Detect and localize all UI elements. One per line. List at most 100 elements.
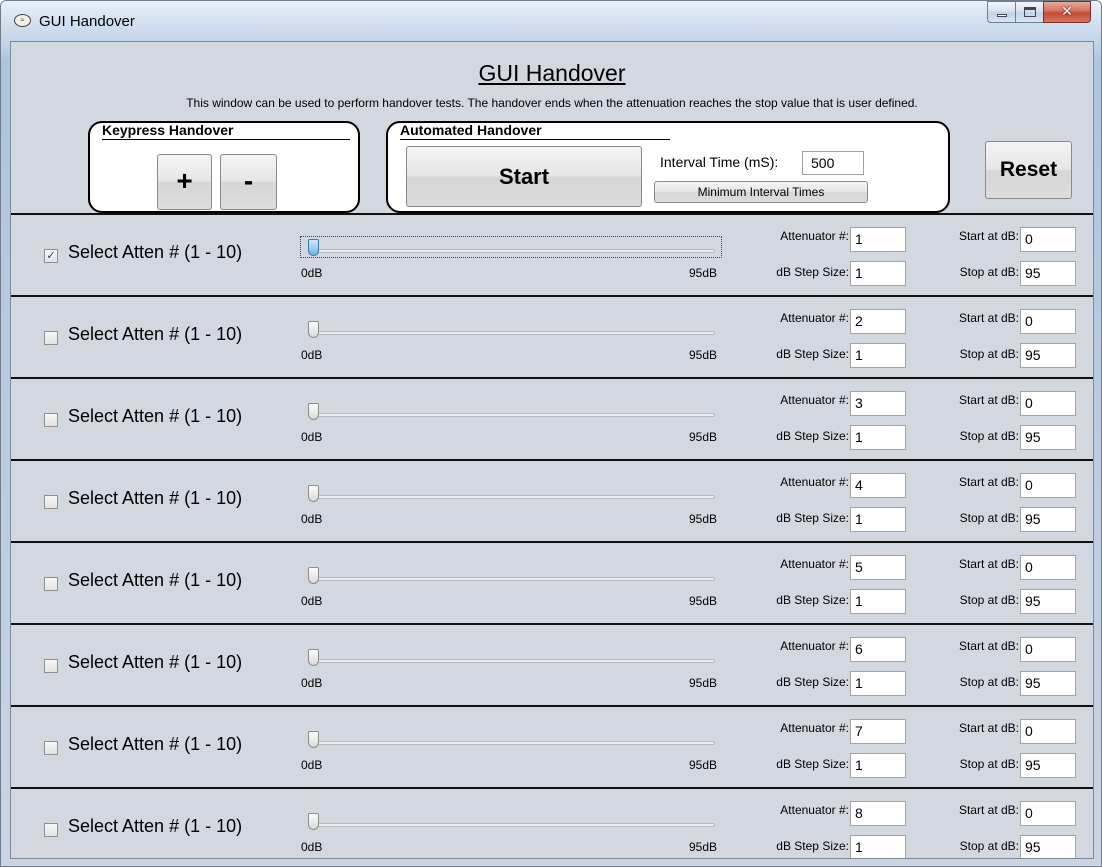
minimize-button[interactable] — [987, 1, 1015, 23]
select-checkbox[interactable] — [44, 495, 58, 509]
attenuation-slider[interactable] — [301, 647, 721, 667]
select-checkbox[interactable] — [44, 823, 58, 837]
select-checkbox[interactable] — [44, 413, 58, 427]
attenuator-number-input[interactable]: 6 — [850, 637, 906, 662]
select-checkbox[interactable] — [44, 577, 58, 591]
slider-max-label: 95dB — [689, 266, 718, 280]
select-checkbox-label[interactable]: Select Atten # (1 - 10) — [68, 324, 242, 345]
attenuation-slider[interactable] — [300, 236, 722, 258]
start-button[interactable]: Start — [406, 146, 642, 207]
step-size-input[interactable]: 1 — [850, 261, 906, 286]
attenuator-number-label: Attenuator #: — [780, 229, 849, 243]
start-db-input[interactable]: 0 — [1020, 637, 1076, 662]
attenuation-slider[interactable] — [301, 729, 721, 749]
attenuator-number-input[interactable]: 2 — [850, 309, 906, 334]
attenuator-number-label: Attenuator #: — [780, 393, 849, 407]
slider-thumb[interactable] — [308, 485, 319, 502]
attenuator-number-input[interactable]: 7 — [850, 719, 906, 744]
slider-thumb[interactable] — [308, 321, 319, 338]
stop-db-input[interactable]: 95 — [1020, 835, 1076, 858]
select-checkbox-label[interactable]: Select Atten # (1 - 10) — [68, 734, 242, 755]
select-checkbox[interactable] — [44, 331, 58, 345]
slider-thumb[interactable] — [308, 649, 319, 666]
select-checkbox[interactable]: ✓ — [44, 249, 58, 263]
title-bar[interactable]: ≈ GUI Handover ✕ — [1, 1, 1101, 41]
slider-thumb[interactable] — [308, 813, 319, 830]
select-checkbox-label[interactable]: Select Atten # (1 - 10) — [68, 570, 242, 591]
slider-track — [313, 249, 715, 253]
step-size-label: dB Step Size: — [776, 511, 849, 525]
select-checkbox[interactable] — [44, 659, 58, 673]
slider-track — [313, 577, 715, 581]
start-db-input[interactable]: 0 — [1020, 719, 1076, 744]
start-db-input[interactable]: 0 — [1020, 391, 1076, 416]
app-logo-icon: ≈ — [14, 14, 31, 27]
close-button[interactable]: ✕ — [1043, 1, 1091, 23]
step-size-input[interactable]: 1 — [850, 671, 906, 696]
stop-db-input[interactable]: 95 — [1020, 671, 1076, 696]
start-db-input[interactable]: 0 — [1020, 227, 1076, 252]
step-size-input[interactable]: 1 — [850, 835, 906, 858]
close-icon: ✕ — [1061, 4, 1073, 20]
slider-min-label: 0dB — [301, 594, 323, 608]
stop-db-input[interactable]: 95 — [1020, 589, 1076, 614]
select-checkbox[interactable] — [44, 741, 58, 755]
stop-db-input[interactable]: 95 — [1020, 753, 1076, 778]
attenuator-row: Select Atten # (1 - 10) 0dB 95dB Attenua… — [11, 623, 1093, 705]
attenuator-number-input[interactable]: 4 — [850, 473, 906, 498]
slider-min-label: 0dB — [301, 430, 323, 444]
attenuation-slider[interactable] — [301, 401, 721, 421]
stop-db-label: Stop at dB: — [959, 511, 1019, 525]
select-checkbox-label[interactable]: Select Atten # (1 - 10) — [68, 652, 242, 673]
slider-track — [313, 331, 715, 335]
attenuator-row: Select Atten # (1 - 10) 0dB 95dB Attenua… — [11, 787, 1093, 858]
slider-max-label: 95dB — [689, 512, 718, 526]
step-size-input[interactable]: 1 — [850, 425, 906, 450]
attenuator-number-input[interactable]: 3 — [850, 391, 906, 416]
slider-thumb[interactable] — [308, 403, 319, 420]
step-size-label: dB Step Size: — [776, 839, 849, 853]
maximize-button[interactable] — [1015, 1, 1043, 23]
stop-db-input[interactable]: 95 — [1020, 507, 1076, 532]
select-checkbox-label[interactable]: Select Atten # (1 - 10) — [68, 406, 242, 427]
stop-db-input[interactable]: 95 — [1020, 343, 1076, 368]
attenuator-number-input[interactable]: 5 — [850, 555, 906, 580]
stop-db-input[interactable]: 95 — [1020, 261, 1076, 286]
start-db-input[interactable]: 0 — [1020, 555, 1076, 580]
slider-track — [313, 741, 715, 745]
start-db-input[interactable]: 0 — [1020, 309, 1076, 334]
reset-button[interactable]: Reset — [985, 141, 1072, 199]
slider-track — [313, 823, 715, 827]
slider-thumb[interactable] — [308, 567, 319, 584]
select-checkbox-label[interactable]: Select Atten # (1 - 10) — [68, 488, 242, 509]
attenuation-slider[interactable] — [301, 565, 721, 585]
step-size-label: dB Step Size: — [776, 347, 849, 361]
decrease-button[interactable]: - — [220, 154, 277, 210]
attenuation-slider[interactable] — [301, 319, 721, 339]
start-db-label: Start at dB: — [958, 311, 1019, 325]
increase-button[interactable]: + — [157, 154, 212, 210]
start-db-input[interactable]: 0 — [1020, 473, 1076, 498]
attenuation-slider[interactable] — [301, 811, 721, 831]
attenuator-number-input[interactable]: 1 — [850, 227, 906, 252]
stop-db-label: Stop at dB: — [959, 593, 1019, 607]
interval-time-input[interactable]: 500 — [802, 151, 864, 175]
stop-db-label: Stop at dB: — [959, 839, 1019, 853]
attenuation-slider[interactable] — [301, 483, 721, 503]
step-size-input[interactable]: 1 — [850, 753, 906, 778]
step-size-input[interactable]: 1 — [850, 589, 906, 614]
stop-db-input[interactable]: 95 — [1020, 425, 1076, 450]
select-checkbox-label[interactable]: Select Atten # (1 - 10) — [68, 242, 242, 263]
minimum-interval-times-button[interactable]: Minimum Interval Times — [654, 181, 868, 203]
stop-db-label: Stop at dB: — [959, 265, 1019, 279]
start-db-label: Start at dB: — [958, 475, 1019, 489]
attenuator-number-input[interactable]: 8 — [850, 801, 906, 826]
start-db-input[interactable]: 0 — [1020, 801, 1076, 826]
slider-max-label: 95dB — [689, 840, 718, 854]
step-size-input[interactable]: 1 — [850, 343, 906, 368]
start-db-label: Start at dB: — [958, 229, 1019, 243]
slider-thumb[interactable] — [308, 239, 319, 256]
slider-thumb[interactable] — [308, 731, 319, 748]
step-size-input[interactable]: 1 — [850, 507, 906, 532]
select-checkbox-label[interactable]: Select Atten # (1 - 10) — [68, 816, 242, 837]
